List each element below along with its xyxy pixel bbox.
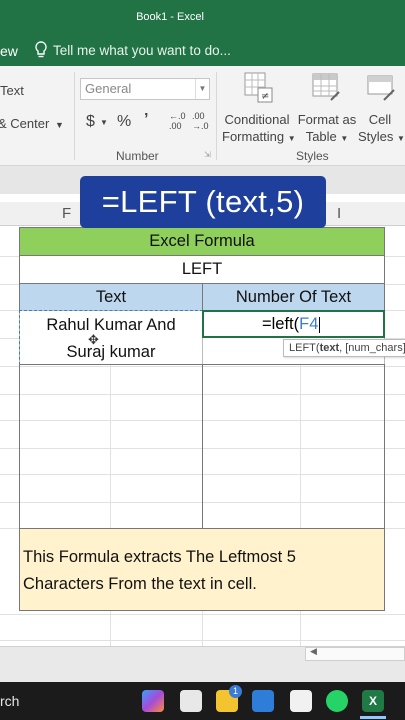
formula-caption-banner: =LEFT (text,5) (80, 176, 326, 228)
store-icon[interactable] (252, 690, 274, 712)
tooltip-rest: , [num_chars]) (339, 342, 405, 354)
merge-center-label: & Center (0, 116, 50, 131)
column-header-f[interactable]: F (62, 205, 71, 222)
conditional-formatting-label-2: Formatting (222, 129, 285, 144)
whatsapp-icon[interactable] (326, 690, 348, 712)
formula-ref: F4 (299, 315, 319, 333)
ribbon-separator (74, 72, 75, 160)
format-as-table-icon (312, 73, 340, 101)
format-as-table-label-1: Format as (297, 112, 357, 127)
header-text: Text (95, 288, 127, 306)
cell-styles-label-2: Styles (358, 129, 394, 144)
taskbar-search[interactable]: rch (0, 693, 19, 709)
text-cursor (319, 316, 321, 333)
title-bar: Book1 - Excel (0, 0, 405, 34)
table-column-divider (202, 364, 203, 529)
format-as-table-label-2: Table (305, 129, 337, 144)
tooltip-arg-text: text (319, 342, 340, 354)
lightbulb-icon (35, 41, 47, 58)
reference-highlight (19, 310, 203, 365)
tooltip-function: LEFT( (289, 342, 320, 354)
conditional-formatting-button[interactable]: Conditional Formatting ▼ (222, 111, 296, 147)
chevron-down-icon: ▼ (340, 134, 349, 143)
number-group-label: Number (116, 149, 159, 163)
chrome-icon[interactable] (290, 690, 312, 712)
horizontal-scrollbar[interactable]: ◀ (305, 646, 405, 661)
scroll-left-icon[interactable]: ◀ (310, 646, 317, 657)
svg-text:≠: ≠ (261, 91, 269, 102)
cell-styles-button[interactable]: Cell Styles ▼ (358, 111, 405, 147)
header-text-cell[interactable]: Text (19, 283, 203, 311)
table-title-cell[interactable]: Excel Formula (19, 227, 385, 256)
ribbon-separator (216, 72, 217, 160)
sheet-tab-bar: ◀ (0, 646, 405, 682)
chevron-down-icon: ▼ (100, 118, 108, 127)
window-title: Book1 - Excel (136, 11, 204, 23)
chevron-down-icon: ▼ (54, 120, 64, 130)
taskbar: rch 1 X (0, 682, 405, 720)
currency-icon[interactable]: $ (86, 113, 95, 131)
ribbon: Text & Center ▼ General ▼ $ ▼ % ’ ←.0.00… (0, 66, 405, 166)
conditional-formatting-icon: ≠ (244, 72, 273, 103)
active-app-indicator (360, 716, 386, 719)
format-as-table-button[interactable]: Format as Table ▼ (296, 111, 358, 147)
cell-styles-icon (367, 75, 395, 101)
header-number-cell[interactable]: Number Of Text (202, 283, 385, 311)
excel-icon[interactable]: X (362, 690, 384, 712)
table-subtitle: LEFT (181, 260, 223, 278)
formula-prefix: =left( (262, 315, 300, 333)
active-formula-cell[interactable]: =left(F4 (202, 310, 385, 338)
excel-window: Book1 - Excel ew Tell me what you want t… (0, 0, 405, 720)
file-explorer-icon[interactable]: 1 (216, 685, 242, 712)
move-cursor-icon: ✥ (88, 332, 99, 347)
cell-styles-label-1: Cell (368, 112, 392, 127)
tab-view[interactable]: ew (0, 43, 18, 59)
note-line2: Characters From the text in cell. (23, 575, 257, 593)
header-number-of-text: Number Of Text (235, 288, 352, 306)
wrap-text-button[interactable]: Text (0, 83, 24, 98)
grid-line (0, 614, 405, 615)
increase-decimal-icon[interactable]: ←.0.00 (169, 111, 186, 131)
chevron-down-icon: ▼ (397, 134, 405, 143)
dialog-launcher-icon[interactable]: ⇲ (204, 150, 211, 159)
function-tooltip[interactable]: LEFT(text, [num_chars]) (283, 339, 405, 357)
comma-icon[interactable]: ’ (144, 111, 148, 129)
percent-icon[interactable]: % (117, 113, 131, 131)
table-subtitle-cell[interactable]: LEFT (19, 255, 385, 284)
tell-me-bar: ew Tell me what you want to do... (0, 34, 405, 66)
chevron-down-icon: ▼ (287, 134, 296, 143)
notification-badge: 1 (229, 685, 242, 698)
conditional-formatting-label-1: Conditional (224, 112, 290, 127)
column-header-i[interactable]: I (337, 205, 341, 222)
grid-line (0, 640, 405, 641)
copilot-icon[interactable] (142, 690, 164, 712)
number-format-value: General (85, 81, 132, 96)
decrease-decimal-icon[interactable]: .00 →.0 (192, 111, 209, 131)
note-cell[interactable]: This Formula extracts The Leftmost 5 Cha… (19, 528, 385, 611)
app-icon[interactable] (180, 690, 202, 712)
table-title: Excel Formula (149, 232, 255, 250)
chevron-down-icon: ▼ (195, 79, 209, 99)
note-line1: This Formula extracts The Leftmost 5 (23, 548, 296, 566)
tell-me-search[interactable]: Tell me what you want to do... (53, 43, 231, 58)
merge-center-button[interactable]: & Center ▼ (0, 116, 64, 131)
styles-group-label: Styles (296, 149, 329, 163)
number-format-select[interactable]: General ▼ (80, 78, 210, 100)
